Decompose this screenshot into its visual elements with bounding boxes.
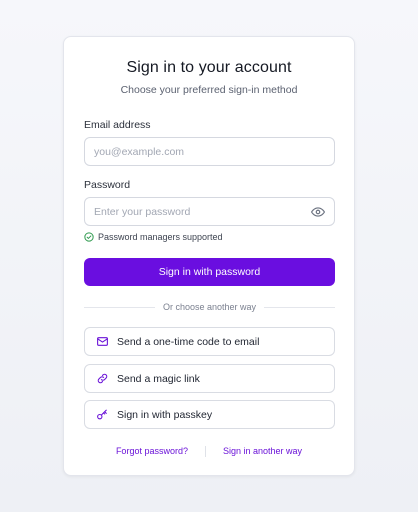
footer-links: Forgot password? Sign in another way xyxy=(64,444,354,458)
magic-link-label: Send a magic link xyxy=(117,372,200,385)
sign-in-card: Sign in to your account Choose your pref… xyxy=(63,36,355,476)
password-hint: Password managers supported xyxy=(84,232,223,242)
eye-icon[interactable] xyxy=(311,205,325,219)
key-icon xyxy=(95,408,109,422)
mail-icon xyxy=(95,335,109,349)
link-icon xyxy=(95,372,109,386)
email-code-label: Send a one-time code to email xyxy=(117,335,260,348)
sign-in-password-button[interactable]: Sign in with password xyxy=(84,258,335,286)
page-title: Sign in to your account xyxy=(126,59,292,76)
email-field[interactable] xyxy=(94,145,325,158)
password-field[interactable] xyxy=(94,205,311,218)
divider-line-right xyxy=(264,306,335,308)
divider-text: Or choose another way xyxy=(162,302,257,312)
divider: Or choose another way xyxy=(84,301,335,313)
divider-line-left xyxy=(84,306,155,308)
forgot-password-link[interactable]: Forgot password? xyxy=(116,446,188,456)
email-field-wrapper xyxy=(84,137,335,166)
passkey-button[interactable]: Sign in with passkey xyxy=(84,400,335,429)
check-circle-icon xyxy=(84,232,94,242)
footer-separator xyxy=(204,445,206,457)
page-subtitle: Choose your preferred sign-in method xyxy=(120,84,298,96)
email-label: Email address xyxy=(84,119,151,131)
email-code-button[interactable]: Send a one-time code to email xyxy=(84,327,335,356)
magic-link-button[interactable]: Send a magic link xyxy=(84,364,335,393)
password-field-wrapper xyxy=(84,197,335,226)
passkey-label: Sign in with passkey xyxy=(117,408,213,421)
password-hint-text: Password managers supported xyxy=(98,232,223,242)
password-label: Password xyxy=(84,179,131,191)
sign-in-another-way-link[interactable]: Sign in another way xyxy=(223,446,302,456)
